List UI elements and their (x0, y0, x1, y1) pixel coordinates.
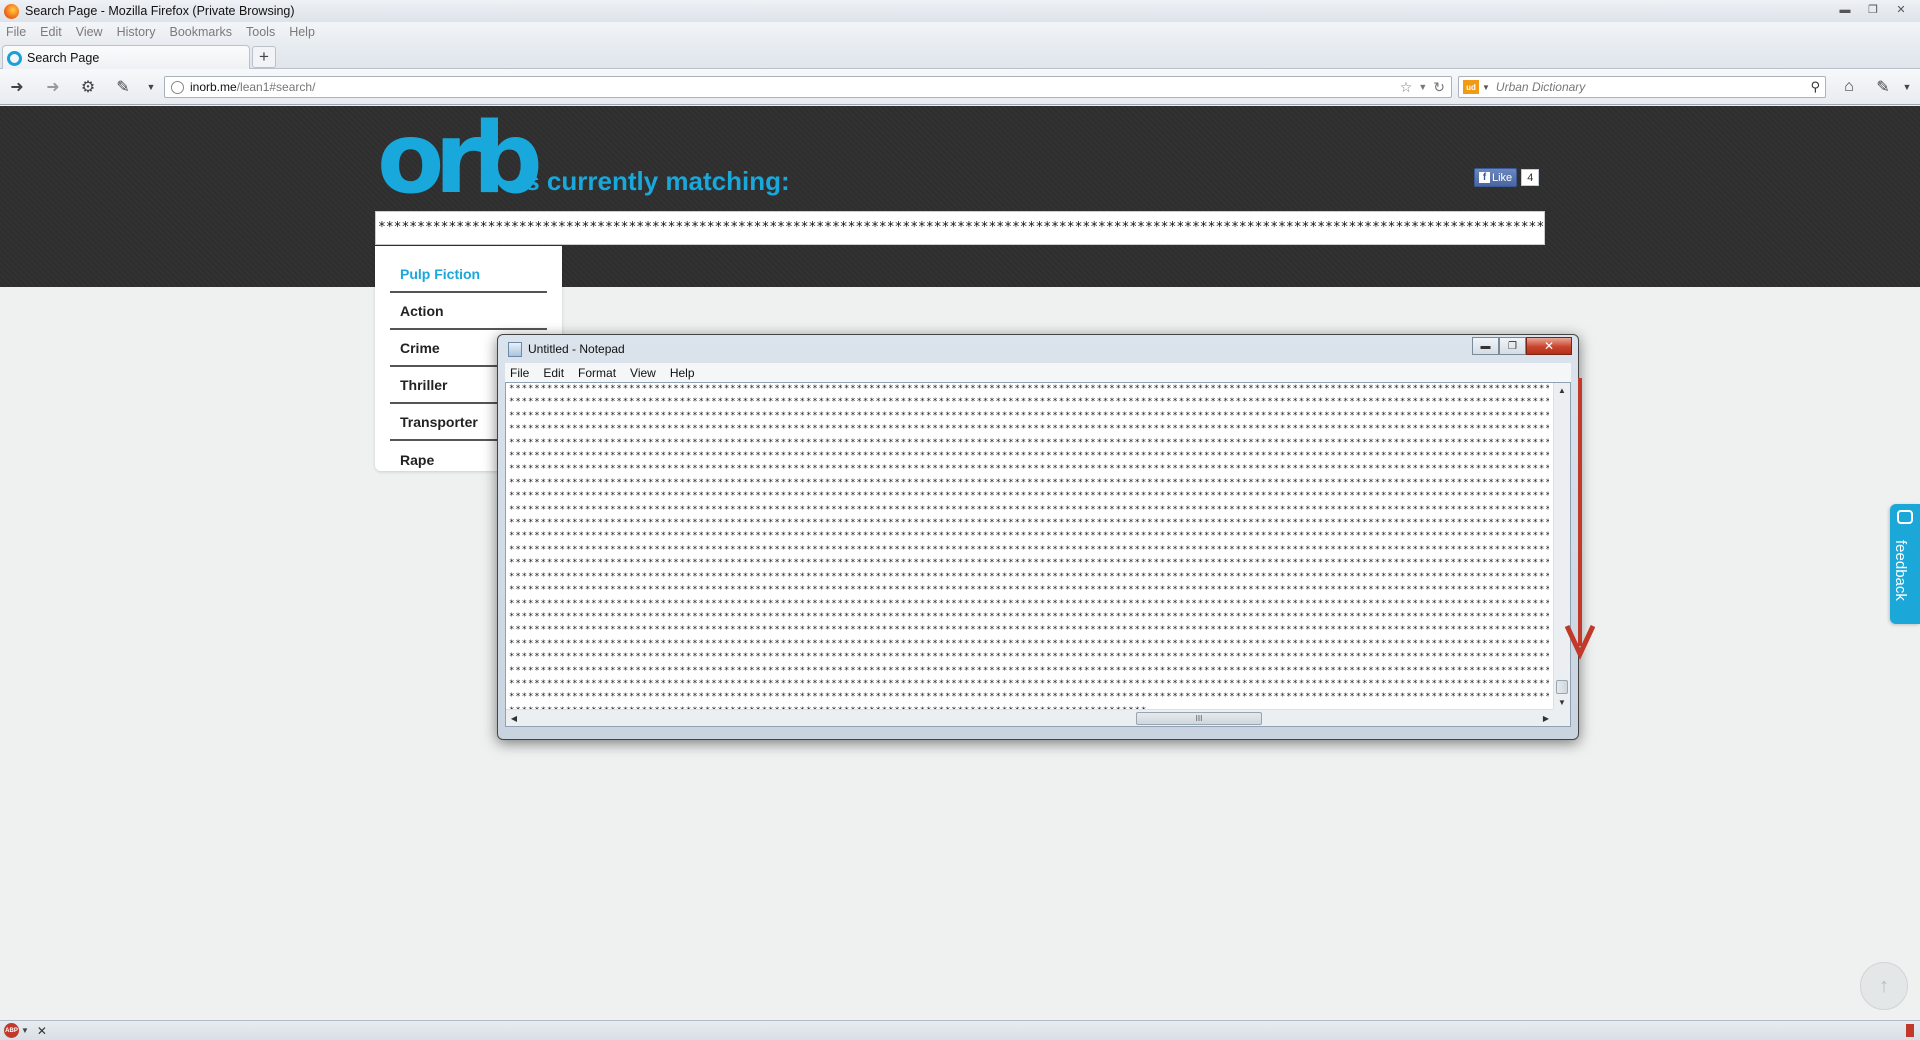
notepad-menu-edit[interactable]: Edit (543, 366, 564, 380)
browser-menu-bar: File Edit View History Bookmarks Tools H… (0, 22, 1920, 42)
tools-icon[interactable]: ⚙ (77, 77, 99, 97)
scroll-down-arrow-icon[interactable]: ▼ (1554, 695, 1570, 709)
search-box[interactable]: ud ▼ Urban Dictionary ⚲ (1458, 76, 1826, 98)
urban-dictionary-icon[interactable]: ud (1463, 80, 1479, 94)
feedback-label: feedback (1892, 540, 1909, 601)
scroll-left-arrow-icon[interactable]: ◀ (506, 710, 522, 726)
menu-edit[interactable]: Edit (40, 25, 62, 39)
history-dropdown-icon[interactable]: ▼ (1418, 82, 1427, 96)
tab-search-page[interactable]: Search Page (2, 45, 250, 70)
addon-dropdown-icon[interactable]: ▼ (1896, 77, 1918, 97)
notepad-title-bar[interactable]: Untitled - Notepad ▬ ❐ ✕ (498, 335, 1578, 363)
notepad-title: Untitled - Notepad (528, 342, 625, 356)
bookmark-star-icon[interactable]: ☆ (1400, 79, 1413, 96)
horizontal-scroll-thumb[interactable]: III (1136, 712, 1262, 725)
search-icon[interactable]: ⚲ (1810, 79, 1820, 95)
menu-help[interactable]: Help (289, 25, 315, 39)
window-controls: ▬ ❐ ✕ (1834, 2, 1912, 17)
menu-tools[interactable]: Tools (246, 25, 275, 39)
vertical-scroll-thumb[interactable] (1556, 680, 1568, 694)
notepad-icon (508, 341, 522, 357)
feedback-tab[interactable]: feedback (1890, 504, 1920, 624)
window-title-bar: Search Page - Mozilla Firefox (Private B… (0, 0, 1920, 22)
firefox-logo-icon (4, 3, 19, 19)
addon-indicator-icon[interactable] (1906, 1024, 1914, 1037)
notepad-menu-view[interactable]: View (630, 366, 656, 380)
notepad-menu-format[interactable]: Format (578, 366, 616, 380)
genre-item-action[interactable]: Action (390, 293, 547, 330)
back-button[interactable]: ➜ (6, 77, 28, 97)
like-label: Like (1492, 171, 1513, 184)
close-addon-bar-icon[interactable]: ✕ (37, 1024, 47, 1038)
close-button[interactable]: ✕ (1890, 2, 1912, 17)
addon-bar: ABP ▼ ✕ (0, 1020, 1920, 1040)
orb-logo[interactable]: orb (377, 110, 543, 208)
search-placeholder: Urban Dictionary (1495, 80, 1586, 94)
scroll-right-arrow-icon[interactable]: ▶ (1538, 710, 1554, 726)
page-heading: is currently matching: (518, 166, 790, 196)
url-host: inorb.me (190, 80, 237, 94)
forward-button[interactable]: ➜ (42, 77, 64, 97)
adblock-dropdown-icon[interactable]: ▼ (21, 1026, 29, 1035)
genre-item-pulp-fiction[interactable]: Pulp Fiction (390, 256, 547, 293)
notepad-window-controls: ▬ ❐ ✕ (1472, 337, 1572, 355)
notepad-window: Untitled - Notepad ▬ ❐ ✕ File Edit Forma… (497, 334, 1579, 740)
menu-bookmarks[interactable]: Bookmarks (169, 25, 232, 39)
chevron-down-icon[interactable]: ▼ (140, 77, 162, 97)
menu-view[interactable]: View (76, 25, 103, 39)
reload-icon[interactable]: ↻ (1433, 79, 1445, 96)
addon-icon[interactable]: ✎ (1872, 77, 1894, 97)
notepad-maximize-button[interactable]: ❐ (1499, 337, 1526, 355)
new-tab-button[interactable]: + (252, 46, 276, 68)
megaphone-icon (1897, 510, 1913, 524)
resize-grip[interactable] (1553, 709, 1570, 726)
notepad-close-button[interactable]: ✕ (1526, 337, 1572, 355)
red-down-arrow-annotation (1565, 378, 1595, 660)
orb-favicon-icon (7, 50, 22, 66)
clipboard-icon[interactable]: ✎ (112, 77, 134, 97)
url-path: /lean1#search/ (236, 80, 316, 94)
facebook-like-button[interactable]: f Like (1474, 168, 1518, 187)
facebook-like-widget[interactable]: f Like 4 (1474, 168, 1540, 187)
home-icon[interactable]: ⌂ (1838, 77, 1860, 97)
address-bar-icons: ☆ ▼ ↻ (1400, 79, 1445, 96)
minimize-button[interactable]: ▬ (1834, 2, 1856, 17)
notepad-text-content[interactable]: ****************************************… (509, 383, 1549, 709)
facebook-icon: f (1479, 172, 1490, 183)
restore-button[interactable]: ❐ (1862, 2, 1884, 17)
page-header: orb is currently matching: f Like 4 (0, 106, 1920, 287)
back-to-top-button[interactable]: ↑ (1860, 962, 1908, 1010)
menu-history[interactable]: History (117, 25, 156, 39)
search-engine-dropdown-icon[interactable]: ▼ (1482, 83, 1490, 92)
notepad-menu-file[interactable]: File (510, 366, 529, 380)
horizontal-scrollbar[interactable]: ◀ III ▶ (506, 709, 1554, 726)
window-title: Search Page - Mozilla Firefox (Private B… (25, 4, 295, 18)
notepad-menu-help[interactable]: Help (670, 366, 695, 380)
adblock-plus-icon[interactable]: ABP (4, 1023, 19, 1038)
navigation-toolbar: ➜ ➜ ⚙ ✎ ▼ inorb.me /lean1#search/ ☆ ▼ ↻ … (0, 69, 1920, 105)
like-count: 4 (1521, 169, 1540, 186)
address-bar[interactable]: inorb.me /lean1#search/ ☆ ▼ ↻ (164, 76, 1452, 98)
notepad-menu-bar: File Edit Format View Help (505, 363, 1571, 382)
tab-bar: Search Page + (0, 42, 1920, 70)
notepad-minimize-button[interactable]: ▬ (1472, 337, 1499, 355)
notepad-editor[interactable]: ****************************************… (505, 382, 1571, 727)
menu-file[interactable]: File (6, 25, 26, 39)
tab-title: Search Page (27, 51, 100, 65)
search-query-field[interactable]: ****************************************… (375, 211, 1545, 245)
globe-icon (171, 80, 184, 94)
